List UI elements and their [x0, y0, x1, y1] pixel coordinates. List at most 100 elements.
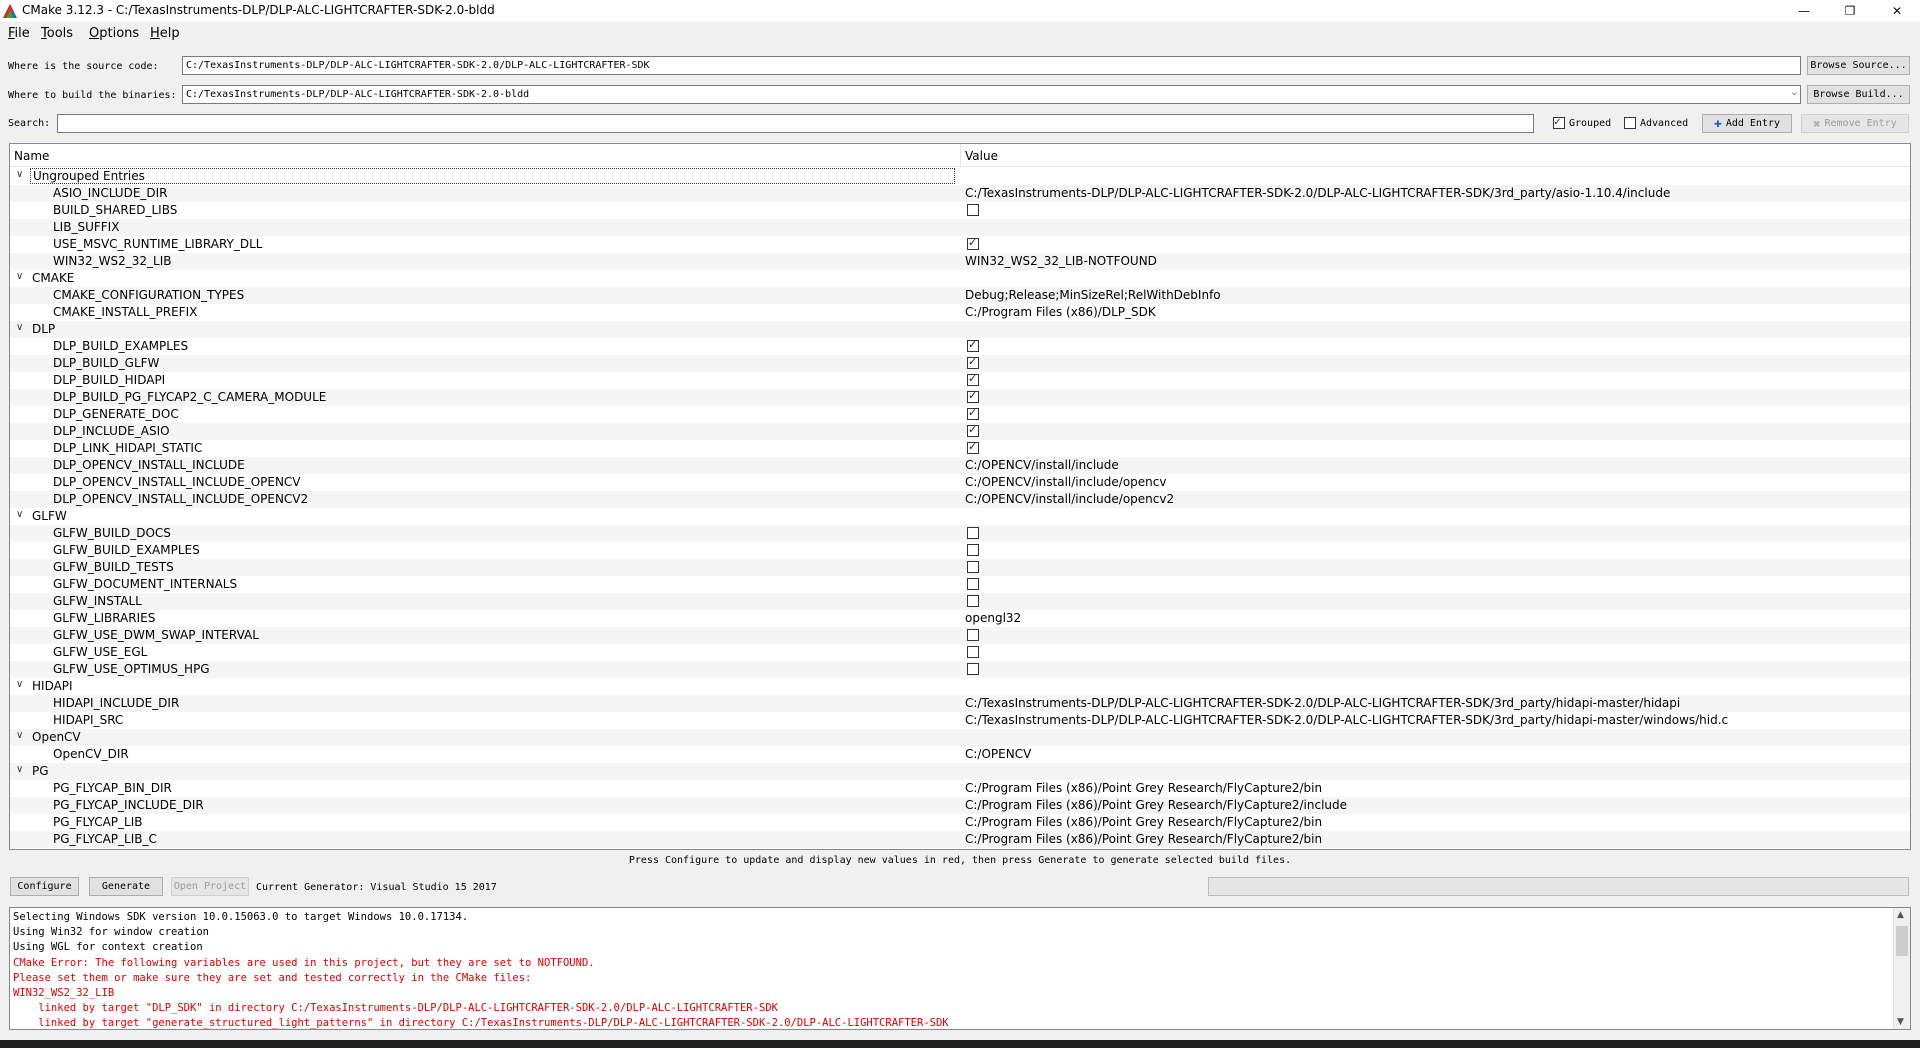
scroll-down-icon[interactable]: ▼	[1897, 1017, 1904, 1027]
chevron-down-icon[interactable]: ∨	[16, 271, 23, 282]
entry-value[interactable]: C:/TexasInstruments-DLP/DLP-ALC-LIGHTCRA…	[965, 696, 1680, 710]
entry-value[interactable]: C:/OPENCV/install/include/opencv	[965, 475, 1166, 489]
tree-entry-row[interactable]: CMAKE_CONFIGURATION_TYPES Debug;Release;M…	[10, 287, 1910, 304]
entry-checkbox[interactable]	[967, 236, 979, 250]
tree-entry-row[interactable]: USE_MSVC_RUNTIME_LIBRARY_DLL	[10, 236, 1910, 253]
browse-build-button[interactable]: Browse Build...	[1807, 85, 1910, 104]
tree-entry-row[interactable]: PG_FLYCAP_LIB_C C:/Program Files (x86)/Po…	[10, 831, 1910, 848]
entry-checkbox[interactable]	[967, 646, 979, 658]
tree-entry-row[interactable]: DLP_BUILD_HIDAPI	[10, 372, 1910, 389]
tree-entry-row[interactable]: GLFW_BUILD_TESTS	[10, 559, 1910, 576]
entry-checkbox[interactable]	[967, 204, 979, 216]
output-scrollbar[interactable]: ▲ ▼	[1893, 908, 1910, 1029]
entry-checkbox[interactable]	[967, 406, 979, 420]
tree-entry-row[interactable]: DLP_LINK_HIDAPI_STATIC	[10, 440, 1910, 457]
menu-options[interactable]: Options	[89, 26, 139, 41]
advanced-checkbox[interactable]	[1624, 117, 1636, 129]
grouped-checkbox[interactable]	[1553, 115, 1565, 129]
menu-help[interactable]: Help	[150, 26, 180, 41]
entry-checkbox[interactable]	[967, 440, 979, 454]
tree-entry-row[interactable]: GLFW_BUILD_DOCS	[10, 525, 1910, 542]
entry-checkbox[interactable]	[967, 663, 979, 675]
entry-value[interactable]: Debug;Release;MinSizeRel;RelWithDebInfo	[965, 288, 1221, 302]
entry-value[interactable]: C:/Program Files (x86)/Point Grey Resear…	[965, 832, 1322, 846]
tree-entry-row[interactable]: HIDAPI_SRC C:/TexasInstruments-DLP/DLP-AL…	[10, 712, 1910, 729]
menu-tools[interactable]: Tools	[41, 26, 73, 41]
entry-checkbox[interactable]	[967, 544, 979, 556]
tree-entry-row[interactable]: DLP_BUILD_PG_FLYCAP2_C_CAMERA_MODULE	[10, 389, 1910, 406]
scroll-up-icon[interactable]: ▲	[1897, 910, 1904, 920]
scroll-thumb[interactable]	[1896, 926, 1908, 956]
tree-entry-row[interactable]: DLP_GENERATE_DOC	[10, 406, 1910, 423]
tree-entry-row[interactable]: PG_FLYCAP_INCLUDE_DIR C:/Program Files (x…	[10, 797, 1910, 814]
entry-value[interactable]: C:/Program Files (x86)/Point Grey Resear…	[965, 798, 1347, 812]
column-name-header[interactable]: Name	[14, 149, 49, 163]
entry-checkbox[interactable]	[967, 595, 979, 607]
tree-entry-row[interactable]: HIDAPI_INCLUDE_DIR C:/TexasInstruments-DL…	[10, 695, 1910, 712]
tree-group-row[interactable]: ∨ OpenCV	[10, 729, 1910, 746]
tree-entry-row[interactable]: DLP_OPENCV_INSTALL_INCLUDE C:/OPENCV/inst…	[10, 457, 1910, 474]
tree-entry-row[interactable]: DLP_BUILD_EXAMPLES	[10, 338, 1910, 355]
tree-entry-row[interactable]: GLFW_INSTALL	[10, 593, 1910, 610]
search-input[interactable]	[57, 114, 1534, 133]
tree-entry-row[interactable]: GLFW_DOCUMENT_INTERNALS	[10, 576, 1910, 593]
tree-group-row[interactable]: ∨ HIDAPI	[10, 678, 1910, 695]
tree-entry-row[interactable]: OpenCV_DIR C:/OPENCV	[10, 746, 1910, 763]
tree-entry-row[interactable]: DLP_OPENCV_INSTALL_INCLUDE_OPENCV2 C:/OPE…	[10, 491, 1910, 508]
entry-checkbox[interactable]	[967, 561, 979, 573]
entry-value[interactable]: C:/TexasInstruments-DLP/DLP-ALC-LIGHTCRA…	[965, 713, 1728, 727]
tree-group-row[interactable]: ∨ DLP	[10, 321, 1910, 338]
entry-value[interactable]: C:/OPENCV	[965, 747, 1031, 761]
entry-value[interactable]: C:/OPENCV/install/include	[965, 458, 1119, 472]
entry-value[interactable]: C:/Program Files (x86)/Point Grey Resear…	[965, 781, 1322, 795]
entry-checkbox[interactable]	[967, 338, 979, 352]
column-divider[interactable]	[960, 144, 961, 167]
tree-entry-row[interactable]: LIB_SUFFIX	[10, 219, 1910, 236]
tree-entry-row[interactable]: GLFW_BUILD_EXAMPLES	[10, 542, 1910, 559]
entry-checkbox[interactable]	[967, 629, 979, 641]
tree-entry-row[interactable]: DLP_INCLUDE_ASIO	[10, 423, 1910, 440]
tree-entry-row[interactable]: GLFW_LIBRARIES opengl32	[10, 610, 1910, 627]
chevron-down-icon[interactable]: ⌵	[1792, 88, 1797, 98]
grouped-toggle[interactable]: Grouped	[1553, 115, 1611, 129]
entry-value[interactable]: C:/OPENCV/install/include/opencv2	[965, 492, 1174, 506]
output-log[interactable]: Selecting Windows SDK version 10.0.15063…	[9, 907, 1911, 1030]
entry-checkbox[interactable]	[967, 372, 979, 386]
tree-group-row[interactable]: ∨ CMAKE	[10, 270, 1910, 287]
tree-entry-row[interactable]: GLFW_USE_DWM_SWAP_INTERVAL	[10, 627, 1910, 644]
entry-checkbox[interactable]	[967, 578, 979, 590]
configure-button[interactable]: Configure	[10, 877, 79, 896]
entry-checkbox[interactable]	[967, 389, 979, 403]
chevron-down-icon[interactable]: ∨	[16, 730, 23, 741]
source-path-input[interactable]: C:/TexasInstruments-DLP/DLP-ALC-LIGHTCRA…	[182, 56, 1801, 75]
tree-group-row[interactable]: ∨ PG	[10, 763, 1910, 780]
tree-entry-row[interactable]: GLFW_USE_EGL	[10, 644, 1910, 661]
minimize-button[interactable]: —	[1781, 0, 1827, 22]
tree-group-row[interactable]: ∨ GLFW	[10, 508, 1910, 525]
add-entry-button[interactable]: ✚ Add Entry	[1702, 114, 1792, 133]
cache-tree[interactable]: Name Value ∨ Ungrouped Entries ASIO_INCLUD…	[9, 143, 1911, 850]
close-button[interactable]: ✕	[1874, 0, 1920, 22]
remove-entry-button[interactable]: ✖ Remove Entry	[1801, 114, 1909, 133]
tree-entry-row[interactable]: DLP_OPENCV_INSTALL_INCLUDE_OPENCV C:/OPEN…	[10, 474, 1910, 491]
open-project-button[interactable]: Open Project	[171, 877, 249, 896]
tree-entry-row[interactable]: PG_FLYCAP_BIN_DIR C:/Program Files (x86)/…	[10, 780, 1910, 797]
maximize-button[interactable]: ❐	[1827, 0, 1873, 22]
tree-entry-row[interactable]: BUILD_SHARED_LIBS	[10, 202, 1910, 219]
tree-entry-row[interactable]: CMAKE_INSTALL_PREFIX C:/Program Files (x8…	[10, 304, 1910, 321]
entry-value[interactable]: C:/Program Files (x86)/Point Grey Resear…	[965, 815, 1322, 829]
tree-entry-row[interactable]: WIN32_WS2_32_LIB WIN32_WS2_32_LIB-NOTFOUN…	[10, 253, 1910, 270]
menu-file[interactable]: File	[8, 26, 30, 41]
entry-checkbox[interactable]	[967, 423, 979, 437]
tree-entry-row[interactable]: GLFW_USE_OPTIMUS_HPG	[10, 661, 1910, 678]
chevron-down-icon[interactable]: ∨	[16, 764, 23, 775]
entry-value[interactable]: opengl32	[965, 611, 1021, 625]
chevron-down-icon[interactable]: ∨	[16, 679, 23, 690]
tree-entry-row[interactable]: DLP_BUILD_GLFW	[10, 355, 1910, 372]
advanced-toggle[interactable]: Advanced	[1624, 117, 1688, 129]
tree-entry-row[interactable]: PG_FLYCAP_LIB C:/Program Files (x86)/Poin…	[10, 814, 1910, 831]
entry-checkbox[interactable]	[967, 355, 979, 369]
entry-value[interactable]: C:/TexasInstruments-DLP/DLP-ALC-LIGHTCRA…	[965, 186, 1670, 200]
entry-value[interactable]: C:/Program Files (x86)/DLP_SDK	[965, 305, 1156, 319]
tree-entry-row[interactable]: ASIO_INCLUDE_DIR C:/TexasInstruments-DLP/…	[10, 185, 1910, 202]
